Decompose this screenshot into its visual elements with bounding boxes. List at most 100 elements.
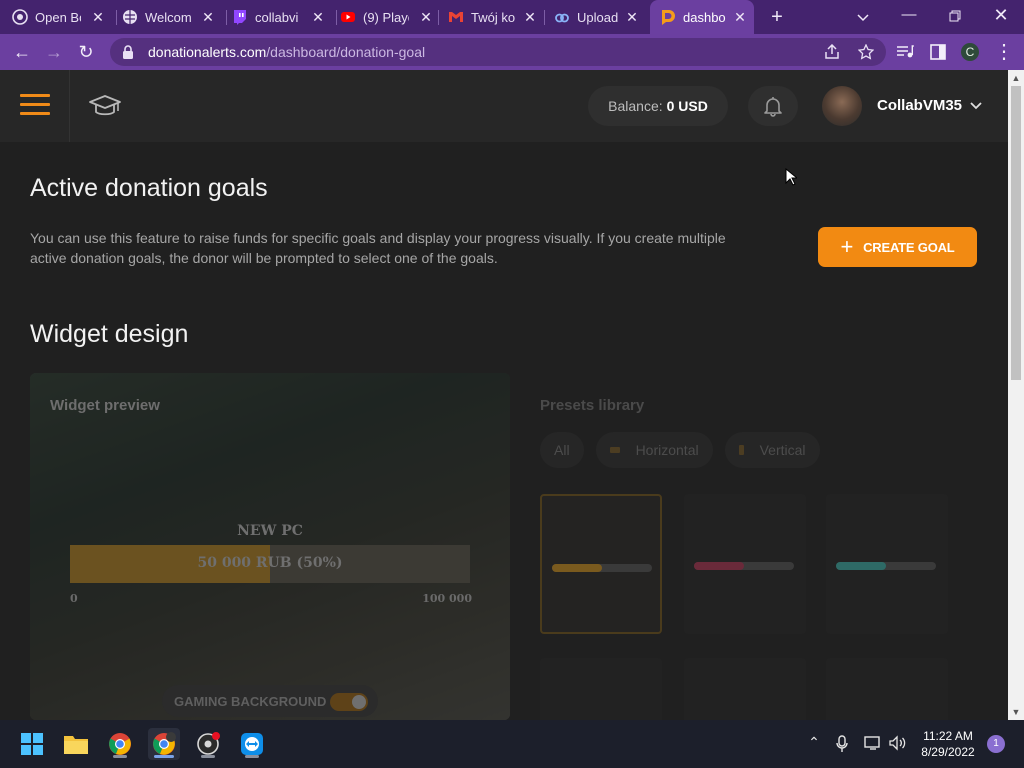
chrome-icon[interactable]	[104, 728, 136, 760]
close-icon[interactable]: ✕	[624, 9, 640, 25]
tab-label: Open Bo	[35, 9, 81, 25]
balance-pill[interactable]: Balance: 0 USD	[588, 86, 728, 126]
chrome-menu-icon[interactable]: ⋮	[992, 40, 1016, 64]
network-icon[interactable]	[864, 735, 882, 751]
widget-design-title: Widget design	[30, 320, 189, 348]
close-icon[interactable]: ✕	[90, 9, 106, 25]
media-control-icon[interactable]	[896, 44, 914, 60]
create-goal-label: CREATE GOAL	[863, 239, 955, 255]
horizontal-icon	[609, 447, 620, 453]
url-path: /dashboard/donation-goal	[266, 44, 426, 60]
tab-youtube[interactable]: (9) Playe ✕	[340, 0, 440, 34]
site-header: Balance: 0 USD CollabVM35	[0, 70, 1008, 142]
page-content: Balance: 0 USD CollabVM35 Active donation…	[0, 70, 1008, 720]
microphone-icon[interactable]	[836, 735, 848, 753]
chevron-up-icon[interactable]: ⌃	[804, 734, 824, 751]
file-explorer-icon[interactable]	[60, 728, 92, 760]
tab-dashboard[interactable]: dashbo ✕	[650, 0, 754, 34]
preset-bar	[836, 562, 936, 570]
address-toolbar: ← → ↻ donationalerts.com/dashboard/donat…	[0, 34, 1024, 70]
chrome-profile-icon[interactable]	[148, 728, 180, 760]
teamviewer-icon[interactable]	[236, 728, 268, 760]
filter-all-label: All	[554, 442, 570, 458]
close-window-button[interactable]: ✕	[978, 0, 1024, 34]
chevron-down-icon[interactable]	[969, 98, 983, 112]
scroll-down-arrow[interactable]: ▼	[1008, 704, 1024, 720]
youtube-icon	[340, 9, 356, 25]
close-icon[interactable]: ✕	[418, 9, 434, 25]
preset-fill	[836, 562, 886, 570]
user-avatar[interactable]	[822, 86, 862, 126]
tab-collabvm-twitch[interactable]: collabvi ✕	[232, 0, 332, 34]
goal-max-label: 100 000	[422, 592, 472, 605]
twitch-icon	[232, 9, 248, 25]
widget-preview-title: Widget preview	[50, 397, 160, 414]
restore-button[interactable]	[932, 0, 978, 34]
graduation-cap-icon[interactable]	[88, 94, 122, 120]
tab-label: Upload	[577, 9, 619, 25]
donationalerts-icon	[660, 9, 676, 25]
create-goal-button[interactable]: + CREATE GOAL	[818, 227, 977, 267]
minimize-button[interactable]: —	[886, 0, 932, 34]
filter-vertical-label: Vertical	[759, 442, 806, 458]
filter-all[interactable]: All	[540, 432, 584, 468]
volume-icon[interactable]	[888, 735, 908, 751]
preset-card[interactable]	[540, 658, 662, 720]
plus-icon: +	[840, 234, 854, 259]
new-tab-button[interactable]: +	[766, 6, 788, 28]
balance-label: Balance:	[608, 98, 663, 114]
close-icon[interactable]: ✕	[200, 9, 216, 25]
menu-icon[interactable]	[20, 94, 50, 118]
tab-label: Twój ko	[471, 9, 516, 25]
scrollbar-thumb[interactable]	[1011, 86, 1021, 380]
notifications-button[interactable]	[748, 86, 798, 126]
preset-bar	[694, 562, 794, 570]
filter-vertical[interactable]: Vertical	[724, 432, 820, 468]
address-bar[interactable]: donationalerts.com/dashboard/donation-go…	[110, 38, 886, 66]
tab-label: (9) Playe	[363, 9, 409, 25]
preset-fill	[552, 564, 602, 572]
scroll-up-arrow[interactable]: ▲	[1008, 70, 1024, 86]
gaming-background-toggle[interactable]: GAMING BACKGROUND	[162, 685, 378, 717]
close-icon[interactable]: ✕	[310, 9, 326, 25]
obs-taskbar-icon[interactable]	[192, 728, 224, 760]
tab-upload[interactable]: Upload ✕	[554, 0, 646, 34]
mouse-cursor-icon	[785, 168, 797, 186]
share-icon[interactable]	[824, 44, 840, 60]
goal-progress-bar: 50 000 RUB (50%)	[70, 545, 470, 583]
username[interactable]: CollabVM35	[877, 97, 962, 114]
forward-button[interactable]: →	[42, 40, 66, 64]
preset-card[interactable]	[540, 494, 662, 634]
tab-label: collabvi	[255, 9, 299, 25]
taskbar: ⌃ 11:22 AM 8/29/2022 1	[0, 720, 1024, 768]
close-icon[interactable]: ✕	[732, 9, 748, 25]
tab-welcome[interactable]: Welcom ✕	[122, 0, 222, 34]
back-button[interactable]: ←	[10, 40, 34, 64]
tab-obs[interactable]: Open Bo ✕	[12, 0, 112, 34]
close-icon[interactable]: ✕	[522, 9, 538, 25]
system-clock[interactable]: 11:22 AM 8/29/2022	[912, 728, 984, 760]
tab-search-button[interactable]	[840, 0, 886, 34]
filter-horizontal[interactable]: Horizontal	[595, 432, 713, 468]
star-icon[interactable]	[858, 44, 874, 60]
preset-card[interactable]	[684, 494, 806, 634]
gmail-icon	[448, 9, 464, 25]
preset-card[interactable]	[826, 494, 948, 634]
profile-avatar[interactable]: C	[959, 41, 981, 63]
preset-card[interactable]	[684, 658, 806, 720]
preset-bar	[552, 564, 652, 572]
browser-tab-bar: Open Bo ✕ Welcom ✕ collabvi ✕ (9) Playe …	[0, 0, 1024, 34]
balance-value: 0 USD	[666, 98, 708, 114]
lock-icon	[123, 45, 133, 59]
tab-gmail[interactable]: Twój ko ✕	[448, 0, 544, 34]
goal-min-label: 0	[70, 592, 78, 605]
side-panel-icon[interactable]	[930, 44, 946, 60]
globe-icon	[122, 9, 138, 25]
goal-amount: 50 000 RUB (50%)	[197, 555, 343, 571]
upload-icon	[554, 9, 570, 25]
windows-start-icon[interactable]	[16, 728, 48, 760]
preset-card[interactable]	[826, 658, 948, 720]
toggle-switch[interactable]	[330, 693, 368, 711]
notification-badge[interactable]: 1	[987, 735, 1005, 753]
reload-button[interactable]: ↻	[74, 40, 98, 64]
